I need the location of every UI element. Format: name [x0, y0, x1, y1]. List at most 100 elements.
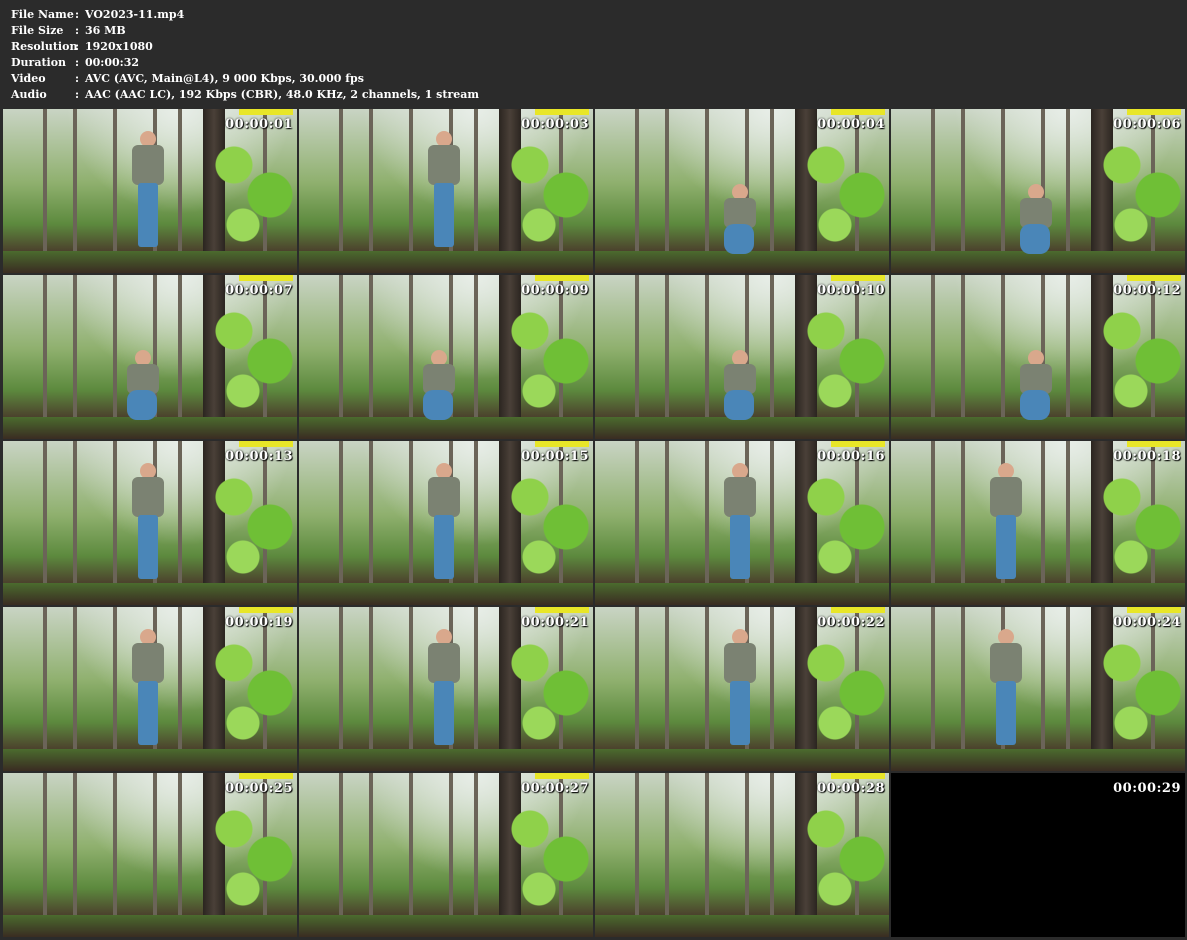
thumbnail-grid: 00:00:01 00:00:03 00:00:04 00:00:06 00:00:07… — [3, 109, 1185, 938]
tree-trunk-thin — [665, 441, 669, 585]
tree-trunk-thin — [409, 109, 413, 253]
timestamp-label: 00:00:07 — [225, 283, 293, 298]
video-thumbnail[interactable]: 00:00:06 — [891, 109, 1185, 273]
timestamp-label: 00:00:03 — [521, 117, 589, 132]
forest-ground — [299, 915, 593, 937]
watermark-logo — [239, 773, 293, 779]
person-legs — [1020, 390, 1050, 420]
watermark-logo — [831, 441, 885, 447]
forest-ground — [891, 583, 1185, 605]
video-thumbnail[interactable]: 00:00:12 — [891, 275, 1185, 439]
person-legs — [730, 515, 750, 579]
person-torso — [724, 477, 756, 517]
tree-trunk-thin — [339, 275, 343, 419]
person-figure — [419, 350, 459, 420]
person-torso — [132, 145, 164, 185]
video-thumbnail[interactable]: 00:00:03 — [299, 109, 593, 273]
video-thumbnail[interactable]: 00:00:25 — [3, 773, 297, 937]
person-figure — [720, 350, 760, 420]
video-thumbnail[interactable]: 00:00:01 — [3, 109, 297, 273]
info-key: Video — [11, 72, 46, 85]
person-figure — [128, 131, 168, 251]
video-thumbnail[interactable]: 00:00:09 — [299, 275, 593, 439]
video-thumbnail[interactable]: 00:00:04 — [595, 109, 889, 273]
person-torso — [724, 643, 756, 683]
forest-ground — [3, 251, 297, 273]
tree-trunk-thin — [449, 773, 453, 917]
foliage — [207, 793, 297, 913]
tree-trunk-thin — [409, 773, 413, 917]
info-value: 1920x1080 — [85, 40, 153, 53]
tree-trunk-thin — [178, 275, 182, 419]
tree-trunk-thin — [409, 441, 413, 585]
person-figure — [128, 463, 168, 583]
tree-trunk-thin — [43, 109, 47, 253]
timestamp-label: 00:00:21 — [521, 615, 589, 630]
video-thumbnail[interactable]: 00:00:28 — [595, 773, 889, 937]
forest-ground — [891, 749, 1185, 771]
tree-trunk-thin — [73, 607, 77, 751]
video-thumbnail[interactable]: 00:00:10 — [595, 275, 889, 439]
timestamp-label: 00:00:04 — [817, 117, 885, 132]
tree-trunk-thin — [474, 109, 478, 253]
timestamp-label: 00:00:12 — [1113, 283, 1181, 298]
tree-trunk-thin — [43, 441, 47, 585]
foliage — [503, 461, 593, 581]
person-figure — [123, 350, 163, 420]
forest-ground — [595, 251, 889, 273]
forest-ground — [3, 749, 297, 771]
foliage — [799, 295, 889, 415]
foliage — [503, 129, 593, 249]
video-thumbnail[interactable]: 00:00:07 — [3, 275, 297, 439]
video-thumbnail[interactable]: 00:00:29 — [891, 773, 1185, 937]
info-key: File Name — [11, 8, 74, 21]
tree-trunk-thin — [153, 773, 157, 917]
tree-trunk-thin — [369, 275, 373, 419]
tree-trunk-thin — [665, 607, 669, 751]
video-thumbnail[interactable]: 00:00:24 — [891, 607, 1185, 771]
tree-trunk-thin — [665, 773, 669, 917]
video-thumbnail[interactable]: 00:00:21 — [299, 607, 593, 771]
person-figure — [1016, 350, 1056, 420]
person-figure — [424, 629, 464, 749]
tree-trunk-thin — [178, 109, 182, 253]
tree-trunk-thin — [369, 109, 373, 253]
forest-ground — [595, 915, 889, 937]
person-legs — [996, 515, 1016, 579]
video-thumbnail[interactable]: 00:00:18 — [891, 441, 1185, 605]
info-key: File Size — [11, 24, 64, 37]
foliage — [503, 627, 593, 747]
tree-trunk-thin — [635, 773, 639, 917]
timestamp-label: 00:00:15 — [521, 449, 589, 464]
foliage — [799, 129, 889, 249]
video-thumbnail[interactable]: 00:00:13 — [3, 441, 297, 605]
info-row-audio: Audio : AAC (AAC LC), 192 Kbps (CBR), 48… — [11, 87, 479, 103]
foliage — [1095, 295, 1185, 415]
tree-trunk-thin — [474, 773, 478, 917]
watermark-logo — [1127, 607, 1181, 613]
tree-trunk-thin — [1066, 275, 1070, 419]
tree-trunk-thin — [770, 773, 774, 917]
video-thumbnail[interactable]: 00:00:16 — [595, 441, 889, 605]
tree-trunk-thin — [43, 773, 47, 917]
video-thumbnail[interactable]: 00:00:19 — [3, 607, 297, 771]
info-key: Audio — [11, 88, 47, 101]
tree-trunk-thin — [369, 441, 373, 585]
tree-trunk-thin — [113, 275, 117, 419]
watermark-logo — [239, 441, 293, 447]
forest-ground — [595, 417, 889, 439]
watermark-logo — [1127, 109, 1181, 115]
tree-trunk-thin — [339, 109, 343, 253]
tree-trunk-thin — [409, 607, 413, 751]
info-value: AAC (AAC LC), 192 Kbps (CBR), 48.0 KHz, … — [85, 88, 480, 101]
video-thumbnail[interactable]: 00:00:15 — [299, 441, 593, 605]
tree-trunk-thin — [1066, 607, 1070, 751]
foliage — [207, 295, 297, 415]
person-legs — [1020, 224, 1050, 254]
video-thumbnail[interactable]: 00:00:22 — [595, 607, 889, 771]
tree-trunk-thin — [635, 109, 639, 253]
timestamp-label: 00:00:18 — [1113, 449, 1181, 464]
person-legs — [996, 681, 1016, 745]
video-thumbnail[interactable]: 00:00:27 — [299, 773, 593, 937]
tree-trunk-thin — [770, 275, 774, 419]
